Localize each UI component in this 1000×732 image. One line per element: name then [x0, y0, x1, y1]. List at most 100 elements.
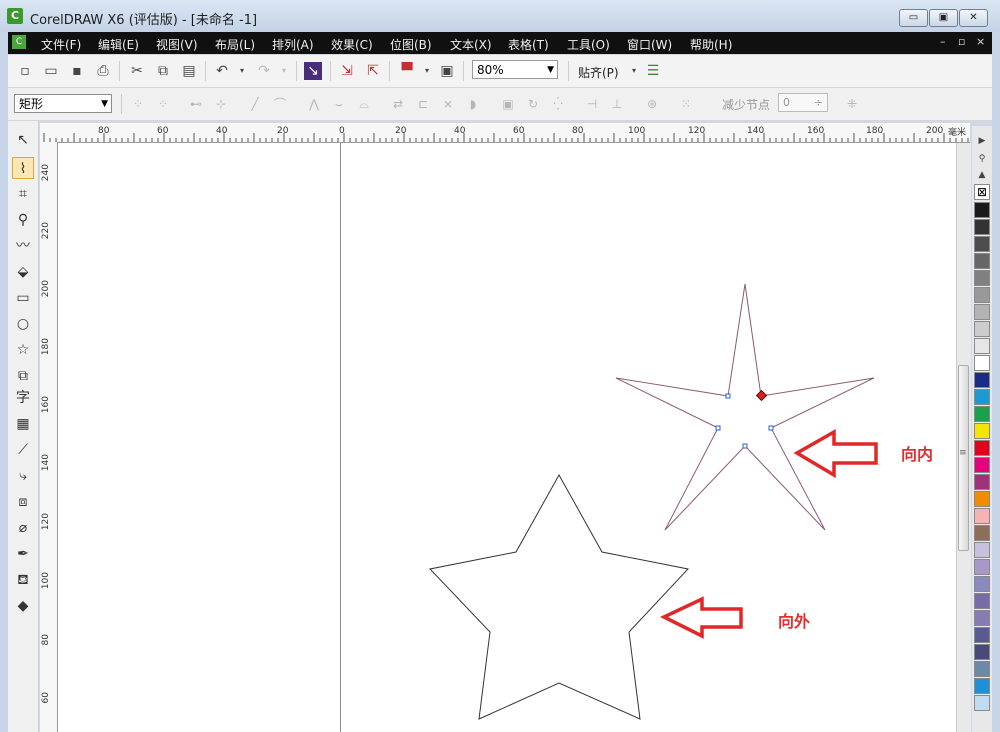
menu-help[interactable]: 帮助(H)	[690, 36, 732, 53]
text-tool-icon[interactable]: 字	[12, 387, 34, 409]
color-swatch[interactable]	[974, 338, 990, 354]
palette-scroll-right-icon[interactable]: ▶	[975, 134, 989, 148]
color-swatch[interactable]	[974, 610, 990, 626]
options-icon[interactable]: ☰	[644, 62, 662, 80]
menu-file[interactable]: 文件(F)	[41, 36, 81, 53]
window-title: CorelDRAW X6 (评估版) - [未命名 -1]	[30, 13, 258, 28]
palette-pin-icon[interactable]: ⚲	[975, 152, 989, 166]
freehand-tool-icon[interactable]: 〰	[12, 235, 34, 257]
color-swatch[interactable]	[974, 287, 990, 303]
color-swatch[interactable]	[974, 304, 990, 320]
doc-restore-button[interactable]: ▫	[958, 35, 965, 48]
doc-minimize-button[interactable]: –	[940, 35, 946, 48]
snap-dropdown-icon[interactable]: ▾	[625, 62, 643, 80]
color-swatch[interactable]	[974, 542, 990, 558]
save-icon[interactable]: ▪	[68, 62, 86, 80]
color-swatch[interactable]	[974, 627, 990, 643]
color-swatch[interactable]	[974, 202, 990, 218]
rectangle-tool-icon[interactable]: ▭	[12, 287, 34, 309]
color-swatch[interactable]	[974, 457, 990, 473]
menu-table[interactable]: 表格(T)	[508, 36, 549, 53]
undo-dropdown-icon[interactable]: ▾	[233, 62, 251, 80]
color-swatch[interactable]	[974, 525, 990, 541]
vertical-ruler[interactable]: 240 220 200 180 160 140 120 100 80 60	[40, 142, 58, 732]
zoom-tool-icon[interactable]: ⚲	[12, 209, 34, 231]
dimension-tool-icon[interactable]: ⟋	[12, 439, 34, 461]
polygon-star-tool-icon[interactable]: ☆	[12, 339, 34, 361]
crop-tool-icon[interactable]: ⌗	[12, 183, 34, 205]
color-swatch[interactable]	[974, 593, 990, 609]
no-fill-swatch[interactable]: ⊠	[974, 184, 990, 200]
menu-bitmaps[interactable]: 位图(B)	[390, 36, 432, 53]
vertical-scrollbar[interactable]: ≡	[956, 143, 971, 732]
redo-dropdown-icon: ▾	[281, 66, 286, 75]
color-swatch[interactable]	[974, 355, 990, 371]
close-button[interactable]: ✕	[959, 9, 988, 27]
palette-scroll-up-icon[interactable]: ▲	[975, 168, 989, 182]
color-swatch[interactable]	[974, 644, 990, 660]
zoom-level-select[interactable]: 80% ▼	[472, 60, 558, 79]
snap-to-button[interactable]: 贴齐(P)	[578, 64, 619, 81]
table-tool-icon[interactable]: ▦	[12, 413, 34, 435]
new-document-icon[interactable]: ▫	[16, 62, 34, 80]
color-swatch[interactable]	[974, 236, 990, 252]
scrollbar-thumb[interactable]	[958, 365, 969, 551]
color-swatch[interactable]	[974, 321, 990, 337]
color-swatch[interactable]	[974, 270, 990, 286]
application-launcher-icon[interactable]: ▀	[398, 62, 416, 80]
menu-view[interactable]: 视图(V)	[156, 36, 198, 53]
menu-window[interactable]: 窗口(W)	[627, 36, 672, 53]
connector-tool-icon[interactable]: ⤷	[12, 465, 34, 487]
color-swatch[interactable]	[974, 423, 990, 439]
launcher-dropdown-icon[interactable]: ▾	[418, 62, 436, 80]
minimize-button[interactable]: ▭	[899, 9, 928, 27]
color-swatch[interactable]	[974, 661, 990, 677]
color-swatch[interactable]	[974, 559, 990, 575]
menu-tools[interactable]: 工具(O)	[567, 36, 610, 53]
color-swatch[interactable]	[974, 491, 990, 507]
export-icon[interactable]: ⇱	[364, 62, 382, 80]
smart-fill-tool-icon[interactable]: ⬙	[12, 261, 34, 283]
color-swatch[interactable]	[974, 219, 990, 235]
color-swatch[interactable]	[974, 508, 990, 524]
print-icon[interactable]: ⎙	[94, 62, 112, 80]
outline-pen-tool-icon[interactable]: ✒	[12, 543, 34, 565]
fill-tool-icon[interactable]: ⛾	[12, 569, 34, 591]
copy-icon[interactable]: ⧉	[154, 62, 172, 80]
color-swatch[interactable]	[974, 440, 990, 456]
restore-button[interactable]: ▣	[929, 9, 958, 27]
ellipse-tool-icon[interactable]: ○	[12, 313, 34, 335]
color-swatch[interactable]	[974, 389, 990, 405]
shape-type-select[interactable]: 矩形 ▼	[14, 94, 112, 113]
menu-layout[interactable]: 布局(L)	[215, 36, 255, 53]
menu-arrange[interactable]: 排列(A)	[272, 36, 314, 53]
doc-close-button[interactable]: ×	[976, 35, 985, 48]
eyedropper-tool-icon[interactable]: ⌀	[12, 517, 34, 539]
color-swatch[interactable]	[974, 253, 990, 269]
horizontal-ruler[interactable]: 80 60 40 20 0 20 40 60 80 100 120 140 16…	[40, 123, 970, 143]
color-swatch[interactable]	[974, 406, 990, 422]
open-folder-icon[interactable]: ▭	[42, 62, 60, 80]
menu-text[interactable]: 文本(X)	[450, 36, 492, 53]
ruler-label: 100	[628, 126, 646, 136]
menu-edit[interactable]: 编辑(E)	[98, 36, 139, 53]
menu-app-icon[interactable]: C	[12, 35, 26, 49]
color-swatch[interactable]	[974, 678, 990, 694]
pick-tool-icon[interactable]: ↖	[12, 129, 34, 151]
welcome-screen-icon[interactable]: ▣	[438, 62, 456, 80]
color-swatch[interactable]	[974, 372, 990, 388]
shape-tool-icon[interactable]: ⌇	[12, 157, 34, 179]
search-content-icon[interactable]: ↘	[304, 62, 322, 80]
cut-icon[interactable]: ✂	[128, 62, 146, 80]
color-swatch[interactable]	[974, 695, 990, 711]
basic-shapes-tool-icon[interactable]: ⧉	[12, 365, 34, 387]
paste-icon[interactable]: ▤	[180, 62, 198, 80]
import-icon[interactable]: ⇲	[338, 62, 356, 80]
drawing-canvas[interactable]: 向内 向外	[58, 143, 956, 732]
undo-icon[interactable]: ↶	[213, 62, 231, 80]
menu-effects[interactable]: 效果(C)	[331, 36, 373, 53]
color-swatch[interactable]	[974, 474, 990, 490]
interactive-fill-tool-icon[interactable]: ◆	[12, 595, 34, 617]
blend-tool-icon[interactable]: ⧈	[12, 491, 34, 513]
color-swatch[interactable]	[974, 576, 990, 592]
